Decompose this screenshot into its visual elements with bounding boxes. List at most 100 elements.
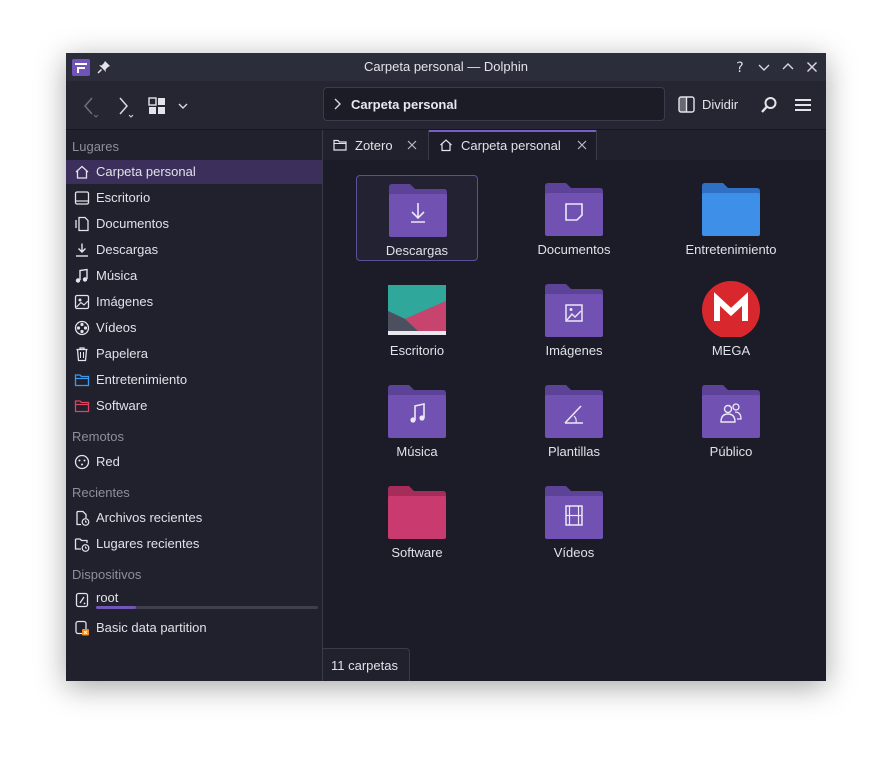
- downloads-icon: [76, 243, 88, 257]
- file-item-videos[interactable]: Vídeos: [513, 478, 635, 564]
- folder-downloads-icon: [389, 184, 447, 237]
- file-item-entretenimiento[interactable]: Entretenimiento: [670, 175, 792, 261]
- view-mode-icon[interactable]: [148, 97, 166, 115]
- sidebar-item-label: Escritorio: [96, 190, 151, 205]
- section-remote: Remotos: [72, 429, 125, 444]
- file-label: Imágenes: [545, 343, 603, 358]
- home-icon: [75, 165, 89, 179]
- file-label: Documentos: [537, 242, 611, 257]
- folder-blue-icon: [74, 374, 90, 387]
- split-view-label: Dividir: [702, 97, 739, 112]
- file-item-documentos[interactable]: Documentos: [513, 175, 635, 261]
- mega-logo-icon: [702, 281, 760, 337]
- sidebar-item-root[interactable]: root: [66, 588, 322, 616]
- status-text: 11 carpetas: [331, 658, 398, 673]
- folder-public-icon: [702, 385, 760, 438]
- folder-music-icon: [388, 385, 446, 438]
- folder-pictures-icon: [545, 284, 603, 337]
- sidebar-item-videos[interactable]: Vídeos: [66, 316, 322, 340]
- sidebar-item-label: Red: [96, 454, 120, 469]
- file-label: Descargas: [385, 243, 449, 258]
- tab-close-icon[interactable]: [406, 139, 418, 151]
- sidebar-item-pictures[interactable]: Imágenes: [66, 290, 322, 314]
- status-bar: 11 carpetas: [323, 648, 410, 681]
- desktop-icon: [74, 191, 90, 205]
- file-item-descargas[interactable]: Descargas: [356, 175, 478, 261]
- window-title: Carpeta personal — Dolphin: [363, 59, 529, 74]
- drive-icon: [75, 592, 89, 608]
- recent-places-icon: [74, 538, 90, 552]
- file-item-software[interactable]: Software: [356, 478, 478, 564]
- split-view-icon: [678, 96, 695, 113]
- file-label: Plantillas: [547, 444, 601, 459]
- tab-close-icon[interactable]: [576, 139, 588, 151]
- network-icon: [74, 454, 90, 470]
- recent-files-icon: [76, 510, 90, 526]
- search-icon[interactable]: [760, 96, 778, 114]
- close-icon[interactable]: [804, 59, 820, 75]
- pictures-icon: [74, 294, 90, 310]
- tab-bar: Zotero Carpeta personal: [323, 130, 826, 161]
- file-item-imagenes[interactable]: Imágenes: [513, 276, 635, 362]
- breadcrumb-arrow-icon[interactable]: [332, 97, 344, 111]
- sidebar-item-trash[interactable]: Papelera: [66, 342, 322, 366]
- help-icon[interactable]: ?: [732, 59, 748, 75]
- sidebar-item-software[interactable]: Software: [66, 394, 322, 418]
- file-label: Público: [709, 444, 753, 459]
- sidebar-item-label: Software: [96, 398, 148, 413]
- file-label: Escritorio: [389, 343, 445, 358]
- breadcrumb-current[interactable]: Carpeta personal: [351, 97, 457, 112]
- file-view: Descargas Documentos Entretenimiento Esc…: [323, 160, 826, 681]
- file-item-plantillas[interactable]: Plantillas: [513, 377, 635, 463]
- sidebar-item-entretenimiento[interactable]: Entretenimiento: [66, 368, 322, 392]
- sidebar-item-recent-files[interactable]: Archivos recientes: [66, 506, 322, 530]
- tab-label: Carpeta personal: [461, 138, 561, 153]
- main-toolbar: Carpeta personal Dividir: [66, 81, 826, 130]
- file-item-publico[interactable]: Público: [670, 377, 792, 463]
- folder-templates-icon: [545, 385, 603, 438]
- maximize-icon[interactable]: [780, 59, 796, 75]
- sidebar-item-label: Basic data partition: [96, 620, 207, 635]
- split-view-button[interactable]: Dividir: [678, 93, 742, 117]
- forward-icon[interactable]: [114, 96, 136, 118]
- file-item-musica[interactable]: Música: [356, 377, 478, 463]
- tab-carpeta-personal[interactable]: Carpeta personal: [428, 130, 597, 161]
- videos-icon: [74, 320, 90, 336]
- sidebar-item-recent-places[interactable]: Lugares recientes: [66, 532, 322, 556]
- sidebar-item-downloads[interactable]: Descargas: [66, 238, 322, 262]
- sidebar-item-documents[interactable]: Documentos: [66, 212, 322, 236]
- sidebar-item-network[interactable]: Red: [66, 450, 322, 474]
- sidebar-item-basic-data-partition[interactable]: Basic data partition: [66, 616, 322, 640]
- desktop-wallpaper-icon: [388, 285, 446, 335]
- folder-icon: [333, 139, 347, 151]
- hamburger-menu-icon[interactable]: [794, 97, 812, 113]
- sidebar-item-label: Vídeos: [96, 320, 137, 335]
- location-bar[interactable]: Carpeta personal: [323, 87, 665, 121]
- sidebar-item-home[interactable]: Carpeta personal: [66, 160, 322, 184]
- documents-icon: [75, 216, 89, 232]
- sidebar-item-label: Imágenes: [96, 294, 154, 309]
- music-icon: [75, 268, 88, 283]
- sidebar-item-label: Papelera: [96, 346, 149, 361]
- home-icon: [440, 139, 452, 152]
- file-item-escritorio[interactable]: Escritorio: [356, 276, 478, 362]
- sidebar-item-label: Archivos recientes: [96, 510, 203, 525]
- file-label: Música: [396, 444, 438, 459]
- title-bar[interactable]: Carpeta personal — Dolphin ?: [66, 53, 826, 81]
- file-item-mega[interactable]: MEGA: [670, 276, 792, 362]
- section-devices: Dispositivos: [72, 567, 142, 582]
- tab-zotero[interactable]: Zotero: [323, 130, 428, 160]
- sidebar-item-music[interactable]: Música: [66, 264, 322, 288]
- sidebar-item-desktop[interactable]: Escritorio: [66, 186, 322, 210]
- svg-text:?: ?: [736, 60, 743, 75]
- folder-blue-icon: [702, 183, 760, 236]
- section-places: Lugares: [72, 139, 119, 154]
- sidebar-item-label: Carpeta personal: [96, 164, 196, 179]
- back-icon[interactable]: [80, 96, 100, 118]
- minimize-icon[interactable]: [756, 59, 772, 75]
- disk-usage-bar: [96, 606, 318, 609]
- sidebar-item-label: root: [96, 590, 119, 605]
- chevron-down-icon[interactable]: [177, 100, 189, 112]
- file-label: Entretenimiento: [685, 242, 777, 257]
- file-label: Software: [391, 545, 443, 560]
